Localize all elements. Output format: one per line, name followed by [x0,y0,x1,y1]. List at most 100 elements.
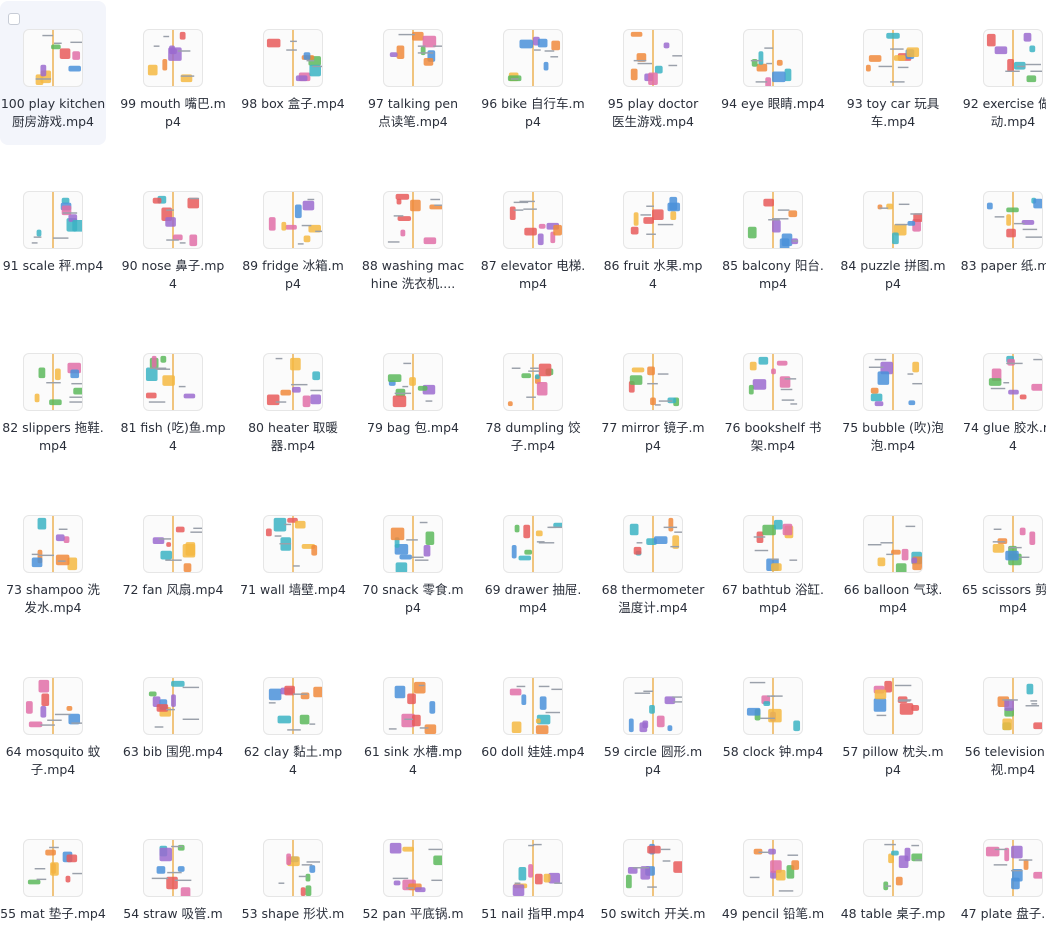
video-thumbnail[interactable] [743,839,803,897]
file-tile[interactable]: 62 clay 黏土.mp4 [240,649,346,793]
file-tile[interactable]: 70 snack 零食.mp4 [360,487,466,631]
video-thumbnail[interactable] [503,677,563,735]
video-thumbnail[interactable] [863,353,923,411]
file-tile[interactable]: 55 mat 垫子.mp4 [0,811,106,926]
file-tile[interactable]: 84 puzzle 拼图.mp4 [840,163,946,307]
file-tile[interactable]: 87 elevator 电梯.mp4 [480,163,586,307]
file-tile[interactable]: 51 nail 指甲.mp4 [480,811,586,926]
file-tile[interactable]: 58 clock 钟.mp4 [720,649,826,793]
video-thumbnail[interactable] [863,677,923,735]
file-tile[interactable]: 71 wall 墙壁.mp4 [240,487,346,631]
file-tile[interactable]: 85 balcony 阳台.mp4 [720,163,826,307]
video-thumbnail[interactable] [383,515,443,573]
file-tile[interactable]: 72 fan 风扇.mp4 [120,487,226,631]
file-tile[interactable]: 79 bag 包.mp4 [360,325,466,469]
video-thumbnail[interactable] [23,839,83,897]
file-tile[interactable]: 95 play doctor 医生游戏.mp4 [600,1,706,145]
video-thumbnail[interactable] [863,29,923,87]
file-tile[interactable]: 66 balloon 气球.mp4 [840,487,946,631]
video-thumbnail[interactable] [263,677,323,735]
file-tile[interactable]: 73 shampoo 洗发水.mp4 [0,487,106,631]
video-thumbnail[interactable] [983,29,1043,87]
file-tile[interactable]: 81 fish (吃)鱼.mp4 [120,325,226,469]
video-thumbnail[interactable] [743,677,803,735]
video-thumbnail[interactable] [23,191,83,249]
video-thumbnail[interactable] [503,839,563,897]
video-thumbnail[interactable] [23,677,83,735]
video-thumbnail[interactable] [263,515,323,573]
video-thumbnail[interactable] [623,353,683,411]
video-thumbnail[interactable] [623,839,683,897]
video-thumbnail[interactable] [983,191,1043,249]
file-tile[interactable]: 89 fridge 冰箱.mp4 [240,163,346,307]
file-tile[interactable]: 63 bib 围兜.mp4 [120,649,226,793]
file-tile[interactable]: 50 switch 开关.mp4 [600,811,706,926]
video-thumbnail[interactable] [263,29,323,87]
file-tile[interactable]: 76 bookshelf 书架.mp4 [720,325,826,469]
select-checkbox[interactable] [8,13,20,25]
video-thumbnail[interactable] [983,515,1043,573]
file-tile[interactable]: 69 drawer 抽屉.mp4 [480,487,586,631]
video-thumbnail[interactable] [863,515,923,573]
file-tile[interactable]: 53 shape 形状.mp4 [240,811,346,926]
file-tile[interactable]: 75 bubble (吹)泡泡.mp4 [840,325,946,469]
file-tile[interactable]: 59 circle 圆形.mp4 [600,649,706,793]
video-thumbnail[interactable] [263,353,323,411]
video-thumbnail[interactable] [503,353,563,411]
file-tile[interactable]: 48 table 桌子.mp4 [840,811,946,926]
video-thumbnail[interactable] [503,515,563,573]
video-thumbnail[interactable] [263,191,323,249]
file-tile[interactable]: 94 eye 眼睛.mp4 [720,1,826,145]
video-thumbnail[interactable] [143,839,203,897]
file-tile[interactable]: 98 box 盒子.mp4 [240,1,346,145]
video-thumbnail[interactable] [623,677,683,735]
video-thumbnail[interactable] [503,29,563,87]
video-thumbnail[interactable] [383,353,443,411]
file-tile[interactable]: 68 thermometer 温度计.mp4 [600,487,706,631]
video-thumbnail[interactable] [383,29,443,87]
video-thumbnail[interactable] [983,677,1043,735]
video-thumbnail[interactable] [503,191,563,249]
file-tile[interactable]: 56 television 电视.mp4 [960,649,1046,793]
file-tile[interactable]: 64 mosquito 蚊子.mp4 [0,649,106,793]
file-tile[interactable]: 97 talking pen 点读笔.mp4 [360,1,466,145]
video-thumbnail[interactable] [383,677,443,735]
file-tile[interactable]: 67 bathtub 浴缸.mp4 [720,487,826,631]
video-thumbnail[interactable] [23,515,83,573]
video-thumbnail[interactable] [623,515,683,573]
file-tile[interactable]: 92 exercise 做运动.mp4 [960,1,1046,145]
video-thumbnail[interactable] [983,353,1043,411]
file-tile[interactable]: 60 doll 娃娃.mp4 [480,649,586,793]
file-tile[interactable]: 54 straw 吸管.mp4 [120,811,226,926]
file-tile[interactable]: 65 scissors 剪刀.mp4 [960,487,1046,631]
file-tile[interactable]: 80 heater 取暖器.mp4 [240,325,346,469]
video-thumbnail[interactable] [143,191,203,249]
video-thumbnail[interactable] [263,839,323,897]
video-thumbnail[interactable] [743,29,803,87]
video-thumbnail[interactable] [863,191,923,249]
video-thumbnail[interactable] [623,191,683,249]
video-thumbnail[interactable] [743,191,803,249]
video-thumbnail[interactable] [863,839,923,897]
video-thumbnail[interactable] [383,839,443,897]
file-tile[interactable]: 74 glue 胶水.mp4 [960,325,1046,469]
video-thumbnail[interactable] [143,353,203,411]
video-thumbnail[interactable] [23,353,83,411]
file-tile[interactable]: 90 nose 鼻子.mp4 [120,163,226,307]
video-thumbnail[interactable] [143,29,203,87]
file-tile[interactable]: 96 bike 自行车.mp4 [480,1,586,145]
file-tile[interactable]: 52 pan 平底锅.mp4 [360,811,466,926]
file-tile[interactable]: 99 mouth 嘴巴.mp4 [120,1,226,145]
file-tile[interactable]: 47 plate 盘子.mp4 [960,811,1046,926]
file-tile[interactable]: 93 toy car 玩具车.mp4 [840,1,946,145]
video-thumbnail[interactable] [743,353,803,411]
video-thumbnail[interactable] [143,515,203,573]
video-thumbnail[interactable] [143,677,203,735]
file-tile[interactable]: 78 dumpling 饺子.mp4 [480,325,586,469]
video-thumbnail[interactable] [623,29,683,87]
file-tile[interactable]: 57 pillow 枕头.mp4 [840,649,946,793]
file-tile[interactable]: 100 play kitchen 厨房游戏.mp4 [0,1,106,145]
file-tile[interactable]: 82 slippers 拖鞋.mp4 [0,325,106,469]
video-thumbnail[interactable] [383,191,443,249]
video-thumbnail[interactable] [983,839,1043,897]
